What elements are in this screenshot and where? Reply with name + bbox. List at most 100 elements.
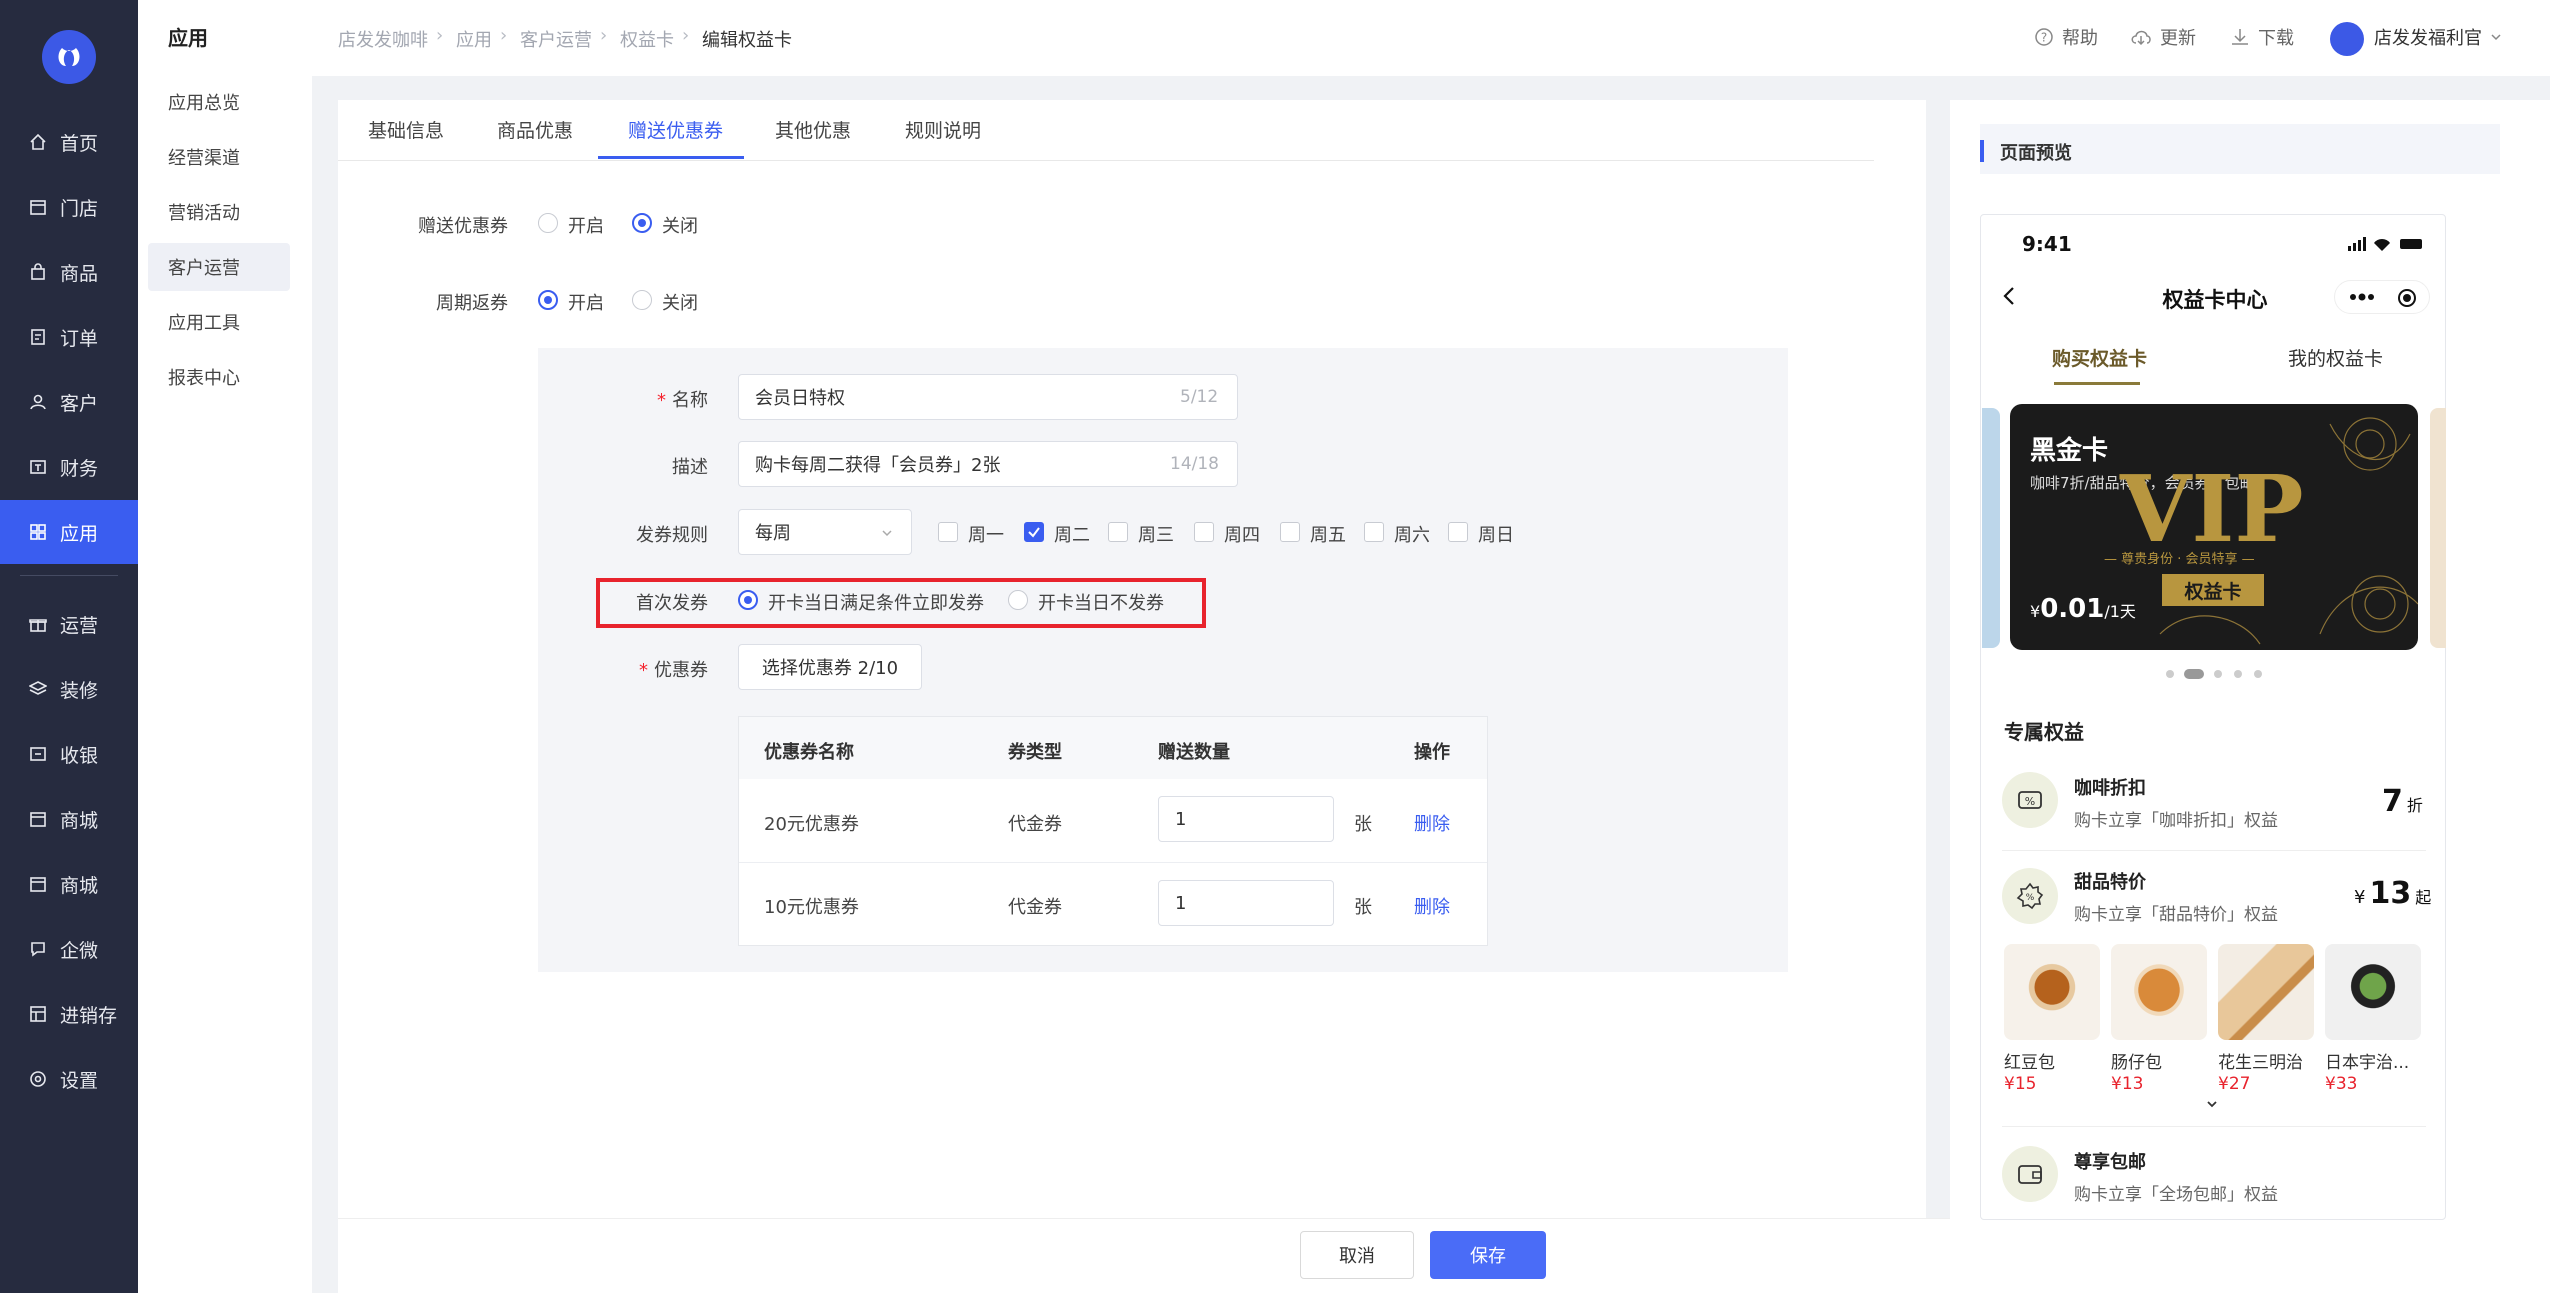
day-label[interactable]: 周二 bbox=[1054, 521, 1090, 547]
radio-label[interactable]: 关闭 bbox=[662, 289, 698, 315]
nav-item-mall[interactable]: 商城 bbox=[0, 787, 138, 851]
chevron-right-icon: › bbox=[682, 25, 690, 46]
radio-label[interactable]: 关闭 bbox=[662, 212, 698, 238]
day-label[interactable]: 周五 bbox=[1310, 521, 1346, 547]
help-label: 帮助 bbox=[2062, 28, 2098, 49]
tab-rules[interactable]: 规则说明 bbox=[905, 116, 981, 143]
help-button[interactable]: ? 帮助 bbox=[2034, 24, 2098, 50]
frequency-select[interactable]: 每周 bbox=[738, 509, 912, 555]
day-label[interactable]: 周四 bbox=[1224, 521, 1260, 547]
day-checkbox-wed[interactable] bbox=[1108, 522, 1128, 542]
mini-program-capsule[interactable] bbox=[2334, 280, 2430, 314]
user-avatar[interactable] bbox=[2330, 22, 2364, 56]
gift-coupon-on-radio[interactable] bbox=[538, 213, 558, 233]
breadcrumb-item[interactable]: 应用 bbox=[456, 26, 492, 52]
delete-link[interactable]: 删除 bbox=[1414, 810, 1450, 836]
day-label[interactable]: 周日 bbox=[1478, 521, 1514, 547]
radio-label[interactable]: 开启 bbox=[568, 212, 604, 238]
breadcrumb-item[interactable]: 权益卡 bbox=[620, 26, 674, 52]
day-checkbox-mon[interactable] bbox=[938, 522, 958, 542]
home-icon bbox=[28, 132, 48, 152]
highlight-box bbox=[596, 578, 1206, 628]
nav-item-mall-2[interactable]: 商城 bbox=[0, 852, 138, 916]
unit-label: 张 bbox=[1354, 897, 1372, 918]
subnav-item-customer-ops[interactable]: 客户运营 bbox=[148, 243, 290, 291]
nav-item-orders[interactable]: 订单 bbox=[0, 305, 138, 369]
nav-item-operations[interactable]: 运营 bbox=[0, 592, 138, 656]
gift-coupon-off-radio[interactable] bbox=[632, 213, 652, 233]
app-logo[interactable] bbox=[42, 30, 96, 84]
coupon-discount-icon: % bbox=[2002, 772, 2058, 828]
benefit-title: 甜品特价 bbox=[2074, 872, 2146, 893]
day-checkbox-thu[interactable] bbox=[1194, 522, 1214, 542]
coupon-qty-input[interactable]: 1 bbox=[1158, 796, 1334, 842]
active-tab-indicator bbox=[598, 156, 744, 159]
subnav-item-marketing[interactable]: 营销活动 bbox=[148, 188, 290, 236]
expand-chevron-icon[interactable] bbox=[2204, 1096, 2220, 1117]
day-label[interactable]: 周三 bbox=[1138, 521, 1174, 547]
tab-gift-coupon[interactable]: 赠送优惠券 bbox=[628, 116, 723, 143]
delete-link[interactable]: 删除 bbox=[1414, 893, 1450, 919]
day-checkbox-tue[interactable] bbox=[1024, 522, 1044, 542]
phone-tab-mine[interactable]: 我的权益卡 bbox=[2288, 344, 2383, 371]
product-price: ¥27 bbox=[2218, 1074, 2251, 1094]
nav-item-cashier[interactable]: 收银 bbox=[0, 722, 138, 786]
nav-label: 设置 bbox=[60, 1069, 99, 1092]
tab-other-discount[interactable]: 其他优惠 bbox=[775, 116, 851, 143]
nav-item-settings[interactable]: 设置 bbox=[0, 1047, 138, 1111]
name-input[interactable]: 会员日特权 bbox=[738, 374, 1238, 420]
desc-input[interactable]: 购卡每周二获得「会员券」2张 bbox=[738, 441, 1238, 487]
benefit-divider bbox=[2002, 1126, 2426, 1127]
day-checkbox-sun[interactable] bbox=[1448, 522, 1468, 542]
update-button[interactable]: 更新 bbox=[2130, 24, 2196, 50]
subnav-item-reports[interactable]: 报表中心 bbox=[148, 353, 290, 401]
select-coupon-button[interactable]: 选择优惠券 2/10 bbox=[738, 644, 922, 690]
bag-icon bbox=[28, 262, 48, 282]
cancel-button[interactable]: 取消 bbox=[1300, 1231, 1414, 1279]
cycle-coupon-on-radio[interactable] bbox=[538, 290, 558, 310]
nav-label: 商城 bbox=[60, 809, 99, 832]
card-badge: 权益卡 bbox=[2162, 574, 2264, 606]
day-checkbox-sat[interactable] bbox=[1364, 522, 1384, 542]
nav-item-store[interactable]: 门店 bbox=[0, 175, 138, 239]
tab-basic-info[interactable]: 基础信息 bbox=[368, 116, 444, 143]
subnav-item-tools[interactable]: 应用工具 bbox=[148, 298, 290, 346]
nav-item-home[interactable]: 首页 bbox=[0, 110, 138, 174]
store-icon bbox=[28, 197, 48, 217]
download-icon bbox=[2232, 29, 2248, 45]
coupon-qty-input[interactable]: 1 bbox=[1158, 880, 1334, 926]
product-price: ¥33 bbox=[2325, 1074, 2358, 1094]
phone-tab-buy[interactable]: 购买权益卡 bbox=[2052, 344, 2147, 371]
back-icon[interactable] bbox=[2000, 284, 2018, 313]
day-label[interactable]: 周六 bbox=[1394, 521, 1430, 547]
next-card-peek bbox=[2430, 408, 2446, 648]
day-label[interactable]: 周一 bbox=[968, 521, 1004, 547]
tab-product-discount[interactable]: 商品优惠 bbox=[497, 116, 573, 143]
benefit-value: 7折 bbox=[2382, 784, 2423, 819]
nav-item-goods[interactable]: 商品 bbox=[0, 240, 138, 304]
nav-item-decoration[interactable]: 装修 bbox=[0, 657, 138, 721]
wallet-icon bbox=[2002, 1146, 2058, 1202]
nav-item-inventory[interactable]: 进销存 bbox=[0, 982, 138, 1046]
nav-item-wecom[interactable]: 企微 bbox=[0, 917, 138, 981]
nav-item-customers[interactable]: 客户 bbox=[0, 370, 138, 434]
subnav-item-overview[interactable]: 应用总览 bbox=[148, 78, 290, 126]
breadcrumb-item[interactable]: 客户运营 bbox=[520, 26, 592, 52]
table-header-cell: 赠送数量 bbox=[1158, 742, 1230, 763]
save-button[interactable]: 保存 bbox=[1430, 1231, 1546, 1279]
download-button[interactable]: 下载 bbox=[2230, 24, 2294, 50]
breadcrumb-item[interactable]: 店发发咖啡 bbox=[338, 26, 428, 52]
radio-label[interactable]: 开启 bbox=[568, 289, 604, 315]
day-checkbox-fri[interactable] bbox=[1280, 522, 1300, 542]
desc-counter: 14/18 bbox=[1170, 454, 1219, 474]
nav-item-finance[interactable]: 财务 bbox=[0, 435, 138, 499]
subnav-item-channels[interactable]: 经营渠道 bbox=[148, 133, 290, 181]
inventory-icon bbox=[28, 1004, 48, 1024]
status-time: 9:41 bbox=[2022, 232, 2072, 256]
nav-item-apps[interactable]: 应用 bbox=[0, 500, 138, 564]
nav-label: 财务 bbox=[60, 457, 99, 480]
phone-tab-indicator bbox=[2054, 382, 2140, 385]
cycle-coupon-off-radio[interactable] bbox=[632, 290, 652, 310]
user-menu[interactable]: 店发发福利官 bbox=[2374, 24, 2512, 50]
product-image bbox=[2325, 944, 2421, 1040]
